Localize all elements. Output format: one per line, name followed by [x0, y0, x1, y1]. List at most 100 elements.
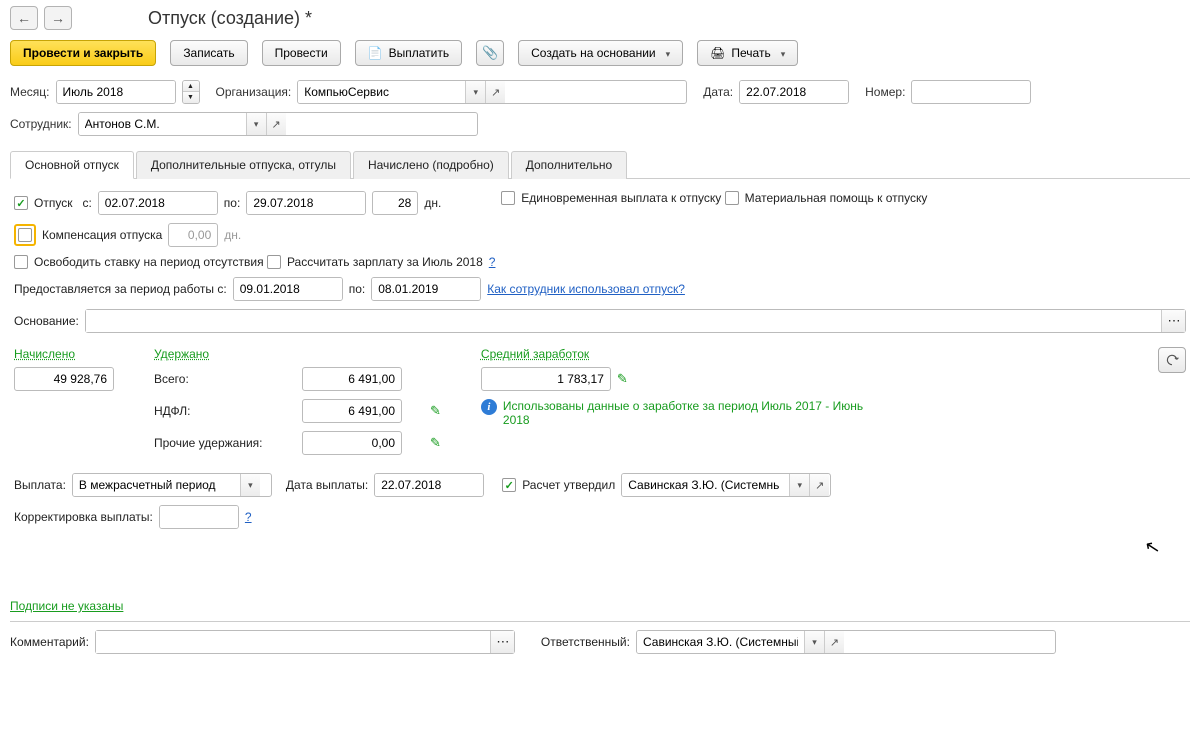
chevron-down-icon[interactable] — [246, 113, 266, 135]
employee-input[interactable] — [78, 112, 478, 136]
open-icon[interactable] — [809, 474, 829, 496]
withheld-label[interactable]: Удержано — [154, 347, 441, 361]
help-link[interactable]: ? — [489, 255, 496, 269]
tab-accrued-detailed[interactable]: Начислено (подробно) — [353, 151, 509, 179]
ndfl-input[interactable] — [302, 399, 402, 423]
info-text: Использованы данные о заработке за перио… — [503, 399, 873, 427]
ndfl-label: НДФЛ: — [154, 404, 294, 418]
other-withholdings-input[interactable] — [302, 431, 402, 455]
employee-label: Сотрудник: — [10, 117, 72, 131]
vacation-checkbox[interactable]: ✓ — [14, 196, 28, 210]
ellipsis-icon[interactable] — [490, 631, 514, 653]
open-icon[interactable] — [266, 113, 286, 135]
tab-additional[interactable]: Дополнительно — [511, 151, 627, 179]
chevron-down-icon[interactable] — [789, 474, 809, 496]
provided-from-input[interactable] — [233, 277, 343, 301]
edit-other-icon[interactable] — [430, 435, 441, 451]
withheld-total-input[interactable] — [302, 367, 402, 391]
responsible-label: Ответственный: — [541, 635, 630, 649]
days-label: дн. — [424, 196, 441, 210]
chevron-down-icon — [662, 46, 671, 60]
edit-ndfl-icon[interactable] — [430, 403, 441, 419]
spinner-down[interactable]: ▼ — [183, 92, 199, 103]
lump-sum-checkbox[interactable] — [501, 191, 515, 205]
avg-earnings-label[interactable]: Средний заработок — [481, 347, 881, 361]
edit-avg-icon[interactable] — [617, 371, 628, 387]
post-button[interactable]: Провести — [262, 40, 341, 66]
payout-label: Выплата: — [14, 478, 66, 492]
open-icon[interactable] — [824, 631, 844, 653]
refresh-button[interactable] — [1158, 347, 1186, 373]
provided-to-label: по: — [349, 282, 366, 296]
attachment-button[interactable] — [476, 40, 504, 66]
payout-select[interactable] — [72, 473, 272, 497]
arrow-right-icon — [51, 10, 65, 26]
tab-main-vacation[interactable]: Основной отпуск — [10, 151, 134, 179]
ellipsis-icon[interactable] — [1161, 310, 1185, 332]
calc-salary-checkbox[interactable] — [267, 255, 281, 269]
total-label: Всего: — [154, 372, 294, 386]
refresh-icon — [1165, 353, 1179, 367]
provided-to-input[interactable] — [371, 277, 481, 301]
nav-forward-button[interactable] — [44, 6, 72, 30]
create-based-on-button[interactable]: Создать на основании — [518, 40, 683, 66]
compensation-label: Компенсация отпуска — [42, 228, 162, 242]
info-icon: i — [481, 399, 497, 415]
to-label: по: — [224, 196, 241, 210]
month-label: Месяц: — [10, 85, 50, 99]
number-input[interactable] — [911, 80, 1031, 104]
create-based-label: Создать на основании — [531, 46, 656, 60]
month-input[interactable] — [56, 80, 176, 104]
chevron-down-icon[interactable] — [804, 631, 824, 653]
help-link[interactable]: ? — [245, 510, 252, 524]
release-rate-label: Освободить ставку на период отсутствия — [34, 255, 264, 269]
pay-button[interactable]: Выплатить — [355, 40, 462, 66]
compensation-input[interactable] — [168, 223, 218, 247]
arrow-left-icon — [17, 10, 31, 26]
month-spinner[interactable]: ▲ ▼ — [182, 80, 200, 104]
cursor-icon: ↖ — [1143, 536, 1162, 560]
avg-earnings-input[interactable] — [481, 367, 611, 391]
chevron-down-icon[interactable] — [240, 474, 260, 496]
chevron-down-icon[interactable] — [465, 81, 485, 103]
date-input[interactable] — [739, 80, 849, 104]
pay-icon — [368, 46, 383, 60]
release-rate-checkbox[interactable] — [14, 255, 28, 269]
material-help-checkbox[interactable] — [725, 191, 739, 205]
reason-input[interactable] — [85, 309, 1186, 333]
compensation-highlight — [14, 224, 36, 246]
open-icon[interactable] — [485, 81, 505, 103]
vacation-to-input[interactable] — [246, 191, 366, 215]
paperclip-icon — [482, 45, 498, 61]
calc-approved-label: Расчет утвердил — [522, 478, 615, 492]
approved-by-input[interactable] — [621, 473, 831, 497]
payout-date-input[interactable] — [374, 473, 484, 497]
tab-additional-vacation[interactable]: Дополнительные отпуска, отгулы — [136, 151, 351, 179]
accrued-input[interactable] — [14, 367, 114, 391]
signatures-link[interactable]: Подписи не указаны — [10, 599, 123, 613]
number-label: Номер: — [865, 85, 905, 99]
spinner-up[interactable]: ▲ — [183, 81, 199, 92]
chevron-down-icon — [777, 46, 786, 60]
printer-icon — [710, 46, 725, 60]
from-label: с: — [82, 196, 91, 210]
print-button[interactable]: Печать — [697, 40, 798, 66]
nav-back-button[interactable] — [10, 6, 38, 30]
how-employee-used-vacation-link[interactable]: Как сотрудник использовал отпуск? — [487, 282, 685, 296]
comment-input[interactable] — [95, 630, 515, 654]
correction-input[interactable]: ⊞ — [159, 505, 239, 529]
accrued-label[interactable]: Начислено — [14, 347, 114, 361]
organization-input[interactable] — [297, 80, 687, 104]
reason-label: Основание: — [14, 314, 79, 328]
post-and-close-button[interactable]: Провести и закрыть — [10, 40, 156, 66]
save-button[interactable]: Записать — [170, 40, 247, 66]
vacation-from-input[interactable] — [98, 191, 218, 215]
responsible-input[interactable] — [636, 630, 1056, 654]
date-label: Дата: — [703, 85, 733, 99]
payout-date-label: Дата выплаты: — [286, 478, 368, 492]
pay-label: Выплатить — [389, 46, 450, 60]
calc-approved-checkbox[interactable]: ✓ — [502, 478, 516, 492]
days-input[interactable] — [372, 191, 418, 215]
compensation-checkbox[interactable] — [18, 228, 32, 242]
compensation-days-label: дн. — [224, 228, 241, 242]
